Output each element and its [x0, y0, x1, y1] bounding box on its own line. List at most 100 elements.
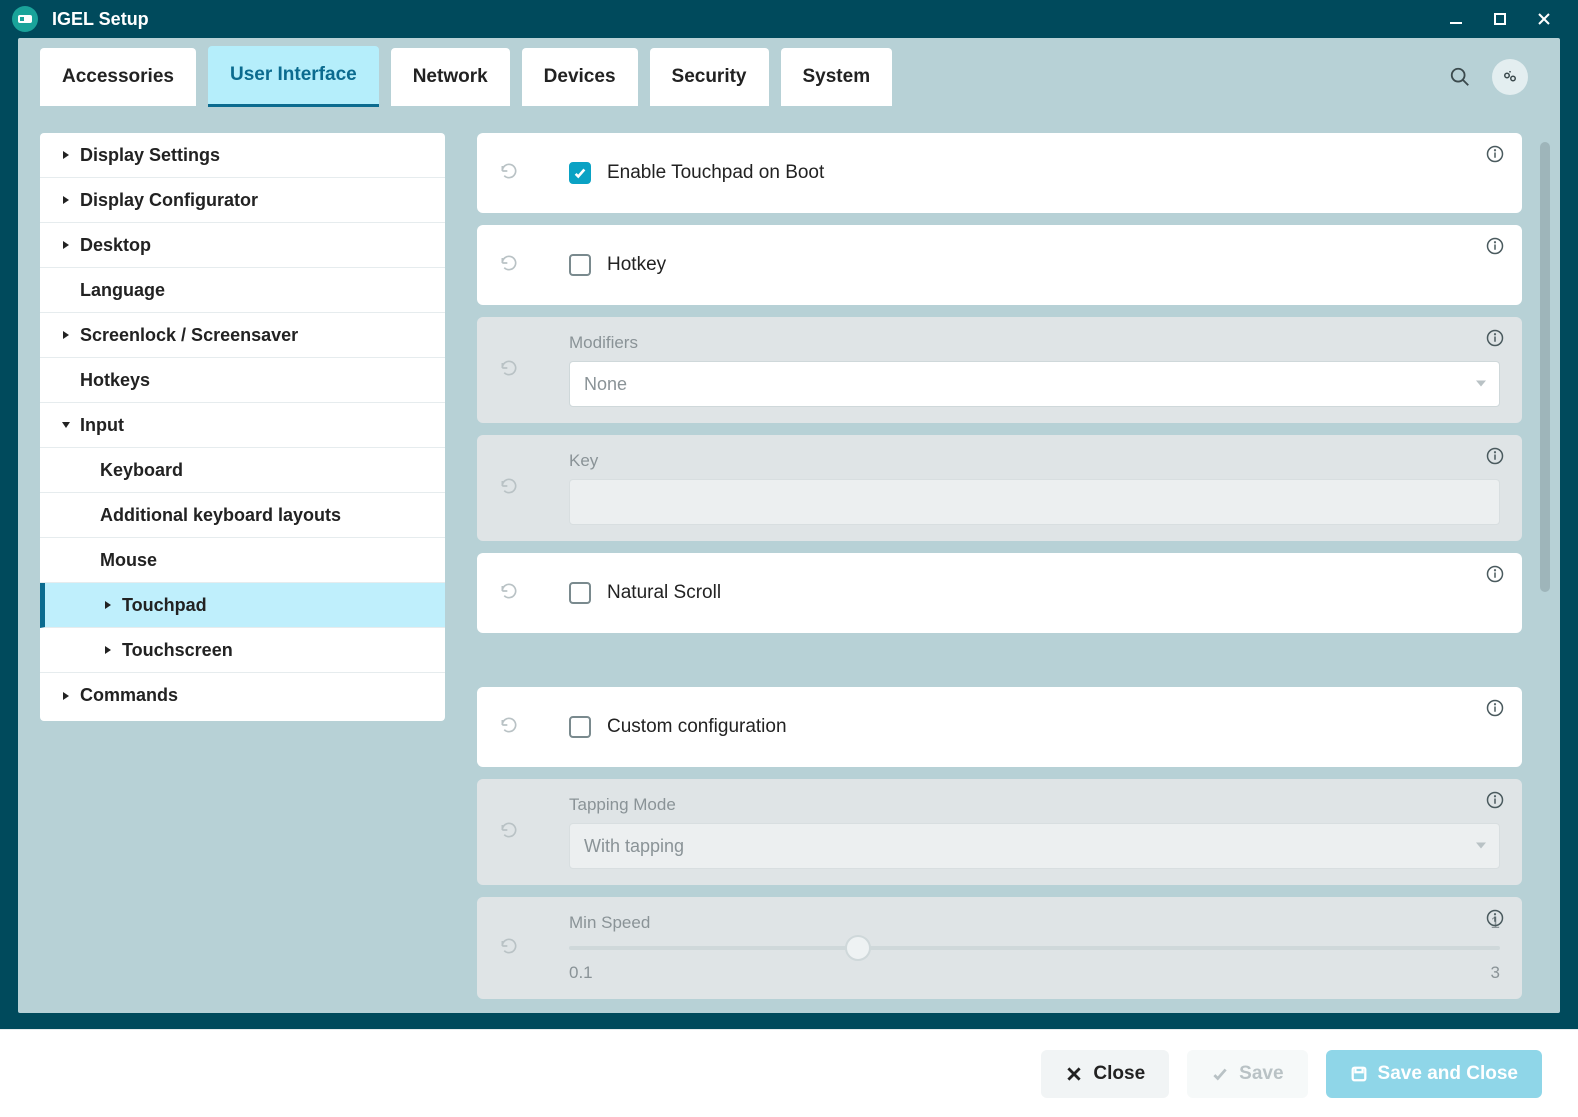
minimize-button[interactable] [1434, 0, 1478, 38]
reset-icon[interactable] [499, 161, 529, 186]
reset-icon[interactable] [499, 253, 529, 278]
chevron-right-icon [58, 237, 74, 253]
sidebar-item-display-configurator[interactable]: Display Configurator [40, 178, 445, 223]
window-close-button[interactable] [1522, 0, 1566, 38]
tab-network[interactable]: Network [391, 48, 510, 106]
sidebar-item-hotkeys[interactable]: Hotkeys [40, 358, 445, 403]
save-label: Save [1239, 1063, 1283, 1085]
info-icon[interactable] [1486, 145, 1506, 165]
reset-icon[interactable] [499, 715, 529, 740]
save-and-close-label: Save and Close [1378, 1063, 1518, 1085]
custom-config-checkbox[interactable] [569, 716, 591, 738]
slider-thumb[interactable] [845, 935, 871, 961]
natural-scroll-checkbox[interactable] [569, 582, 591, 604]
sidebar-label: Hotkeys [80, 370, 150, 391]
close-label: Close [1093, 1063, 1145, 1085]
info-icon[interactable] [1486, 447, 1506, 467]
chevron-down-icon [58, 417, 74, 433]
sidebar-item-input[interactable]: Input [40, 403, 445, 448]
modifiers-select[interactable]: None [569, 361, 1500, 407]
window-body: Accessories User Interface Network Devic… [0, 38, 1578, 1029]
sidebar-item-additional-keyboard[interactable]: Additional keyboard layouts [40, 493, 445, 538]
info-icon[interactable] [1486, 699, 1506, 719]
chevron-down-icon [1475, 836, 1487, 857]
sidebar-label: Keyboard [100, 460, 183, 481]
sidebar-item-touchpad[interactable]: Touchpad [40, 583, 445, 628]
top-tabs: Accessories User Interface Network Devic… [18, 38, 1560, 107]
reset-icon[interactable] [499, 820, 529, 845]
sidebar-item-language[interactable]: Language [40, 268, 445, 313]
reset-icon[interactable] [499, 476, 529, 501]
setting-natural-scroll: Natural Scroll [477, 553, 1522, 633]
tab-user-interface[interactable]: User Interface [208, 46, 379, 107]
scrollbar[interactable] [1540, 142, 1550, 993]
min-speed-min: 0.1 [569, 963, 593, 983]
sidebar-item-mouse[interactable]: Mouse [40, 538, 445, 583]
sidebar-item-display-settings[interactable]: Display Settings [40, 133, 445, 178]
footer: Close Save Save and Close [0, 1029, 1578, 1117]
scrollbar-thumb[interactable] [1540, 142, 1550, 592]
reset-icon[interactable] [499, 581, 529, 606]
setting-hotkey: Hotkey [477, 225, 1522, 305]
sidebar-label: Mouse [100, 550, 157, 571]
tab-security[interactable]: Security [650, 48, 769, 106]
enable-touchpad-label: Enable Touchpad on Boot [607, 162, 824, 184]
key-label: Key [569, 451, 1500, 471]
min-speed-slider[interactable] [569, 935, 1500, 961]
info-icon[interactable] [1486, 909, 1506, 929]
window-title: IGEL Setup [52, 9, 149, 30]
enable-touchpad-checkbox[interactable] [569, 162, 591, 184]
section-gap [477, 645, 1522, 675]
custom-config-label: Custom configuration [607, 716, 787, 738]
chevron-right-icon [58, 192, 74, 208]
sidebar-label: Input [80, 415, 124, 436]
tab-accessories[interactable]: Accessories [40, 48, 196, 106]
hotkey-checkbox[interactable] [569, 254, 591, 276]
tapping-mode-value: With tapping [584, 836, 684, 857]
save-button[interactable]: Save [1187, 1050, 1307, 1098]
sidebar-label: Display Settings [80, 145, 220, 166]
tab-system[interactable]: System [781, 48, 893, 106]
chevron-right-icon [100, 597, 116, 613]
sidebar-item-keyboard[interactable]: Keyboard [40, 448, 445, 493]
min-speed-label: Min Speed [569, 913, 650, 933]
sidebar-item-screenlock[interactable]: Screenlock / Screensaver [40, 313, 445, 358]
setting-enable-touchpad: Enable Touchpad on Boot [477, 133, 1522, 213]
sidebar-label: Screenlock / Screensaver [80, 325, 298, 346]
tapping-mode-label: Tapping Mode [569, 795, 1500, 815]
info-icon[interactable] [1486, 329, 1506, 349]
key-input[interactable] [569, 479, 1500, 525]
sidebar-item-desktop[interactable]: Desktop [40, 223, 445, 268]
tab-devices[interactable]: Devices [522, 48, 638, 106]
modifiers-label: Modifiers [569, 333, 1500, 353]
sidebar-label: Desktop [80, 235, 151, 256]
sidebar-item-commands[interactable]: Commands [40, 673, 445, 718]
reset-icon[interactable] [499, 358, 529, 383]
sidebar-label: Touchpad [122, 595, 207, 616]
app-icon [12, 6, 38, 32]
body-split: Display Settings Display Configurator De… [18, 107, 1560, 1012]
search-icon[interactable] [1442, 59, 1478, 95]
sidebar-label: Touchscreen [122, 640, 233, 661]
sidebar-label: Language [80, 280, 165, 301]
setting-min-speed: Min Speed 1 0.1 3 [477, 897, 1522, 999]
setting-custom-config: Custom configuration [477, 687, 1522, 767]
save-and-close-button[interactable]: Save and Close [1326, 1050, 1542, 1098]
info-icon[interactable] [1486, 237, 1506, 257]
maximize-button[interactable] [1478, 0, 1522, 38]
sidebar-label: Commands [80, 685, 178, 706]
info-icon[interactable] [1486, 791, 1506, 811]
reset-icon[interactable] [499, 936, 529, 961]
content-panel: Accessories User Interface Network Devic… [18, 38, 1560, 1013]
chevron-right-icon [58, 147, 74, 163]
sidebar-item-touchscreen[interactable]: Touchscreen [40, 628, 445, 673]
tapping-mode-select[interactable]: With tapping [569, 823, 1500, 869]
settings-column: Enable Touchpad on Boot Hotkey [477, 133, 1528, 1012]
setting-key: Key [477, 435, 1522, 541]
info-icon[interactable] [1486, 565, 1506, 585]
close-button[interactable]: Close [1041, 1050, 1169, 1098]
setting-tapping-mode: Tapping Mode With tapping [477, 779, 1522, 885]
chevron-right-icon [58, 688, 74, 704]
settings-extra-icon[interactable] [1492, 59, 1528, 95]
sidebar-label: Additional keyboard layouts [100, 505, 341, 526]
